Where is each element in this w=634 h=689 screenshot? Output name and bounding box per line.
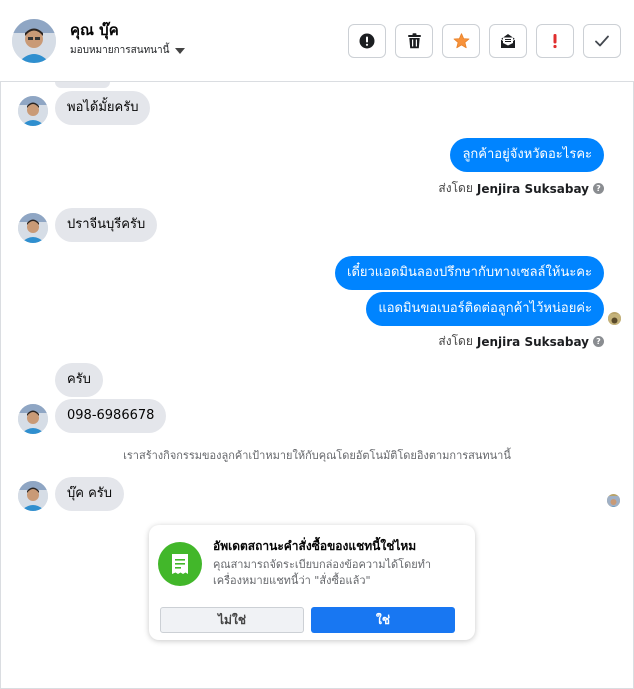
delete-button[interactable] xyxy=(395,24,433,58)
incoming-message[interactable]: ครับ xyxy=(55,363,103,397)
sent-by-name: Jenjira Suksabay xyxy=(476,334,589,349)
card-description: คุณสามารถจัดระเบียบกล่องข้อความได้โดยทำเ… xyxy=(213,558,432,587)
yes-button[interactable]: ใช่ xyxy=(311,607,455,633)
no-button[interactable]: ไม่ใช่ xyxy=(160,607,304,633)
seen-avatar xyxy=(607,494,620,507)
conversation-toolbar xyxy=(348,24,621,58)
checkmark-icon xyxy=(595,35,609,47)
envelope-icon xyxy=(500,34,516,48)
trash-icon xyxy=(407,33,421,49)
sent-by-name: Jenjira Suksabay xyxy=(476,181,589,196)
outgoing-message[interactable]: แอดมินขอเบอร์ติดต่อลูกค้าไว้หน่อยค่ะ xyxy=(366,292,604,326)
receipt-icon xyxy=(158,542,202,586)
sent-by-line: ส่งโดย Jenjira Suksabay ? xyxy=(438,332,604,351)
question-icon[interactable]: ? xyxy=(593,336,604,347)
contact-avatar[interactable] xyxy=(12,19,56,63)
incoming-message[interactable]: พอได้มั้ยครับ xyxy=(55,91,151,125)
exclamation-icon xyxy=(553,34,557,49)
incoming-message[interactable]: 098-6986678 xyxy=(55,399,167,433)
contact-name[interactable]: คุณ บุ๊ค xyxy=(70,18,119,42)
contact-avatar-small xyxy=(18,481,48,511)
incoming-message[interactable]: บุ๊ค ครับ xyxy=(55,477,125,511)
follow-up-button[interactable] xyxy=(536,24,574,58)
assign-conversation-dropdown[interactable]: มอบหมายการสนทนานี้ xyxy=(70,43,186,58)
assign-label: มอบหมายการสนทนานี้ xyxy=(70,45,170,56)
done-button[interactable] xyxy=(583,24,621,58)
incoming-message[interactable]: ปราจีนบุรีครับ xyxy=(55,208,158,242)
sent-by-line: ส่งโดย Jenjira Suksabay ? xyxy=(438,179,604,198)
question-icon[interactable]: ? xyxy=(593,183,604,194)
contact-avatar-small xyxy=(18,96,48,126)
outgoing-message[interactable]: เดี๋ยวแอดมินลองปรึกษากับทางเซลล์ให้นะคะ xyxy=(335,256,604,290)
spam-button[interactable] xyxy=(348,24,386,58)
contact-avatar-small xyxy=(18,213,48,243)
sent-by-prefix: ส่งโดย xyxy=(438,334,473,348)
order-status-prompt-card: อัพเดตสถานะคำสั่งซื้อของแชทนี้ใช่ไหม คุณ… xyxy=(149,525,475,640)
previous-message-partial xyxy=(55,82,110,88)
caret-down-icon xyxy=(175,47,186,54)
mark-unread-button[interactable] xyxy=(489,24,527,58)
card-title: อัพเดตสถานะคำสั่งซื้อของแชทนี้ใช่ไหม xyxy=(213,539,417,553)
contact-avatar-small xyxy=(18,404,48,434)
exclamation-circle-icon xyxy=(359,33,375,49)
sent-by-prefix: ส่งโดย xyxy=(438,181,473,195)
seen-avatar xyxy=(608,312,621,325)
outgoing-message[interactable]: ลูกค้าอยู่จังหวัดอะไรคะ xyxy=(450,138,604,172)
star-button[interactable] xyxy=(442,24,480,58)
conversation-header: คุณ บุ๊ค มอบหมายการสนทนานี้ xyxy=(0,0,634,82)
star-icon xyxy=(453,33,469,49)
system-notice: เราสร้างกิจกรรมของลูกค้าเป้าหมายให้กับคุ… xyxy=(123,449,511,462)
